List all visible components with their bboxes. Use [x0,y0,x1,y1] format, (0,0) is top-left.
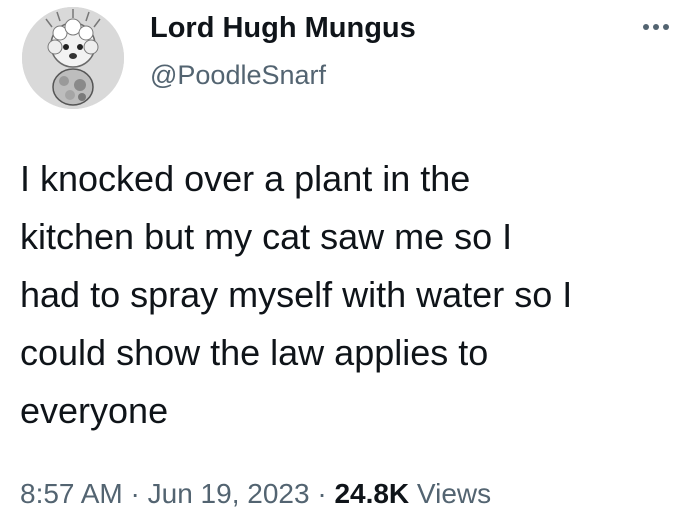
poodle-avatar-icon [22,7,124,109]
more-options-icon-dot [653,24,659,30]
tweet-time[interactable]: 8:57 AM [20,478,123,509]
views-count: 24.8K [334,478,410,509]
avatar[interactable] [22,7,124,109]
tweet-text: I knocked over a plant in the kitchen bu… [20,158,573,431]
author-handle[interactable]: @PoodleSnarf [150,58,326,92]
more-options-icon-dot [663,24,669,30]
views-label: Views [409,478,492,509]
tweet-date[interactable]: Jun 19, 2023 [148,478,310,509]
meta-separator: · [122,478,148,509]
more-options-icon [643,24,649,30]
more-options-button[interactable] [636,12,676,42]
meta-separator: · [309,478,335,509]
author-display-name[interactable]: Lord Hugh Mungus [150,10,416,46]
tweet-card: Lord Hugh Mungus @PoodleSnarf I knocked … [0,0,700,531]
tweet-meta: 8:57 AM · Jun 19, 2023 · 24.8K Views [20,474,491,514]
